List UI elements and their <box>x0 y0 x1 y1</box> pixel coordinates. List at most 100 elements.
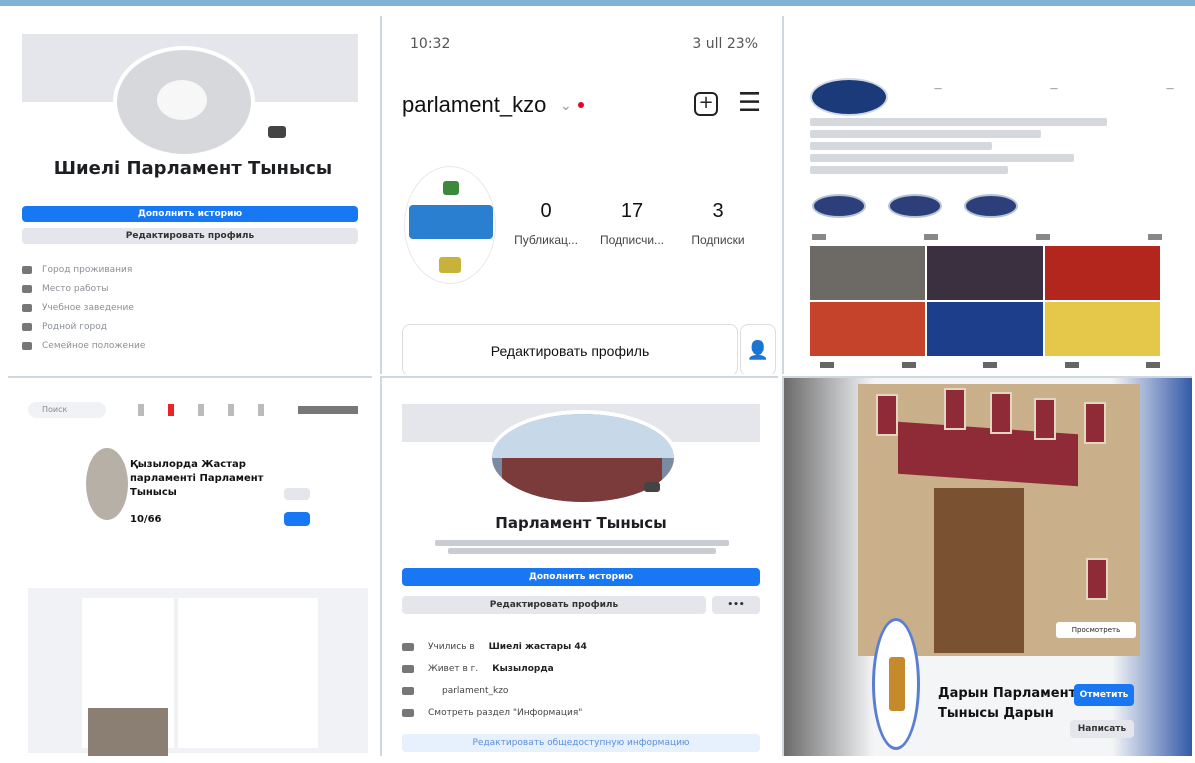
info-row[interactable]: parlament_kzo <box>402 680 742 702</box>
emblem-logo <box>872 618 920 750</box>
heart-icon <box>22 341 32 350</box>
tab-reels[interactable] <box>924 234 938 240</box>
stat-value: 0 <box>540 200 552 222</box>
info-row[interactable]: Место работы <box>22 279 358 298</box>
post-thumbnail[interactable] <box>927 302 1043 356</box>
post-grid <box>810 246 1160 356</box>
window <box>876 394 898 436</box>
panel-facebook-profile-1: Шиелі Парламент Тынысы Дополнить историю… <box>8 16 372 374</box>
info-row[interactable]: Учебное заведение <box>22 298 358 317</box>
window <box>944 388 966 430</box>
add-story-button[interactable]: Дополнить историю <box>402 568 760 586</box>
highlight[interactable] <box>888 194 942 218</box>
post-thumbnail[interactable] <box>1044 246 1160 300</box>
add-person-icon[interactable]: 👤 <box>740 324 776 374</box>
status-indicators: 3 ull 23% <box>692 36 758 52</box>
camera-icon[interactable] <box>644 482 660 492</box>
post-thumbnail[interactable] <box>810 246 926 300</box>
stat-following[interactable]: 3 Подписки <box>678 200 758 247</box>
panel-facebook-page: Поиск Қызылорда Жастар парламенті Парлам… <box>8 376 372 756</box>
door <box>934 488 1024 653</box>
nav-icon[interactable] <box>138 404 144 416</box>
stat-value: 3 <box>712 200 724 222</box>
more-icon <box>402 709 414 717</box>
photo-thumbnail[interactable] <box>88 708 168 756</box>
nav-icon[interactable] <box>198 404 204 416</box>
edit-profile-button[interactable]: Редактировать профиль <box>402 596 706 614</box>
tab-saved[interactable] <box>1036 234 1050 240</box>
photo-sky <box>492 414 674 458</box>
collage: Шиелі Парламент Тынысы Дополнить историю… <box>0 0 1195 763</box>
briefcase-icon <box>22 284 32 293</box>
nav-icon[interactable] <box>168 404 174 416</box>
page-title: Шиелі Парламент Тынысы <box>53 158 333 179</box>
profile-avatar[interactable] <box>404 166 496 284</box>
edit-profile-button[interactable]: Редактировать профиль <box>22 228 358 244</box>
info-row[interactable]: Родной город <box>22 317 358 336</box>
menu-icon[interactable]: ☰ <box>738 90 761 116</box>
username[interactable]: parlament_kzo <box>402 92 546 118</box>
post-thumbnail[interactable] <box>927 246 1043 300</box>
chevron-down-icon[interactable]: ⌄ <box>560 98 572 114</box>
view-label[interactable]: Просмотреть <box>1056 622 1136 638</box>
info-row[interactable]: Живет в г. Кызылорда <box>402 658 742 680</box>
stat-followers[interactable]: 17 Подписчи... <box>592 200 672 247</box>
page-title: Қызылорда Жастар парламенті Парламент Ты… <box>130 459 264 498</box>
edit-profile-button[interactable]: Редактировать профиль <box>402 324 738 374</box>
add-story-button[interactable]: Дополнить историю <box>22 206 358 222</box>
panel-instagram-profile: 10:32 3 ull 23% parlament_kzo ⌄ + ☰ 0 Пу… <box>380 16 778 374</box>
status-time: 10:32 <box>410 36 451 52</box>
tab-tagged[interactable] <box>1148 234 1162 240</box>
shop-icon[interactable] <box>1064 362 1079 368</box>
page-avatar[interactable] <box>86 448 128 520</box>
home-icon <box>402 665 414 673</box>
post-thumbnail[interactable] <box>1044 302 1160 356</box>
avatar[interactable] <box>113 46 255 158</box>
more-button[interactable]: ••• <box>712 596 760 614</box>
info-row[interactable]: Семейное положение <box>22 336 358 355</box>
panel-building-page: Просмотреть Дарын Парламент Тынысы Дарын… <box>782 376 1192 756</box>
education-icon <box>402 643 414 651</box>
stat-posts[interactable]: 0 Публикац... <box>506 200 586 247</box>
message-button[interactable]: Написать <box>1070 720 1134 738</box>
create-post-icon[interactable]: + <box>694 92 718 116</box>
bio-text <box>422 538 742 556</box>
post-thumbnail[interactable] <box>810 302 926 356</box>
info-row[interactable]: Город проживания <box>22 260 358 279</box>
stat-label: Подписчи... <box>599 233 665 247</box>
edit-public-info-button[interactable]: Редактировать общедоступную информацию <box>402 734 760 752</box>
like-button[interactable] <box>284 488 310 500</box>
search-input[interactable]: Поиск <box>28 402 106 418</box>
education-icon <box>22 303 32 312</box>
nav-icon[interactable] <box>258 404 264 416</box>
nav-icon[interactable] <box>228 404 234 416</box>
info-row[interactable]: Смотреть раздел "Информация" <box>402 702 742 724</box>
notification-dot <box>578 102 584 108</box>
stat-label: Подписки <box>691 233 745 247</box>
search-icon[interactable] <box>901 362 916 368</box>
follow-button[interactable]: Отметить <box>1074 684 1134 706</box>
home-icon[interactable] <box>820 362 834 368</box>
logo-bottom <box>439 257 461 273</box>
panel-facebook-profile-2: Парламент Тынысы Дополнить историю Редак… <box>380 376 778 756</box>
camera-icon[interactable] <box>268 126 286 138</box>
profile-stats: — — — <box>934 84 1174 93</box>
post-composer[interactable] <box>178 598 318 748</box>
info-list: Город проживания Место работы Учебное за… <box>22 260 358 355</box>
stat-label: Публикац... <box>514 233 578 247</box>
message-button[interactable] <box>284 512 310 526</box>
window <box>1084 402 1106 444</box>
photo-people <box>502 458 662 502</box>
location-icon <box>22 322 32 331</box>
profile-logo[interactable] <box>810 78 888 116</box>
top-border <box>0 0 1195 6</box>
info-row[interactable]: Учились в Шиелі жастары 44 <box>402 636 742 658</box>
reels-icon[interactable] <box>983 362 997 368</box>
window <box>1086 558 1108 600</box>
page-name: Дарын Парламент Тынысы Дарын <box>938 686 1077 721</box>
highlight[interactable] <box>964 194 1018 218</box>
profile-icon[interactable] <box>1146 362 1160 368</box>
highlight[interactable] <box>812 194 866 218</box>
account-controls[interactable] <box>298 406 358 414</box>
tab-posts[interactable] <box>812 234 826 240</box>
